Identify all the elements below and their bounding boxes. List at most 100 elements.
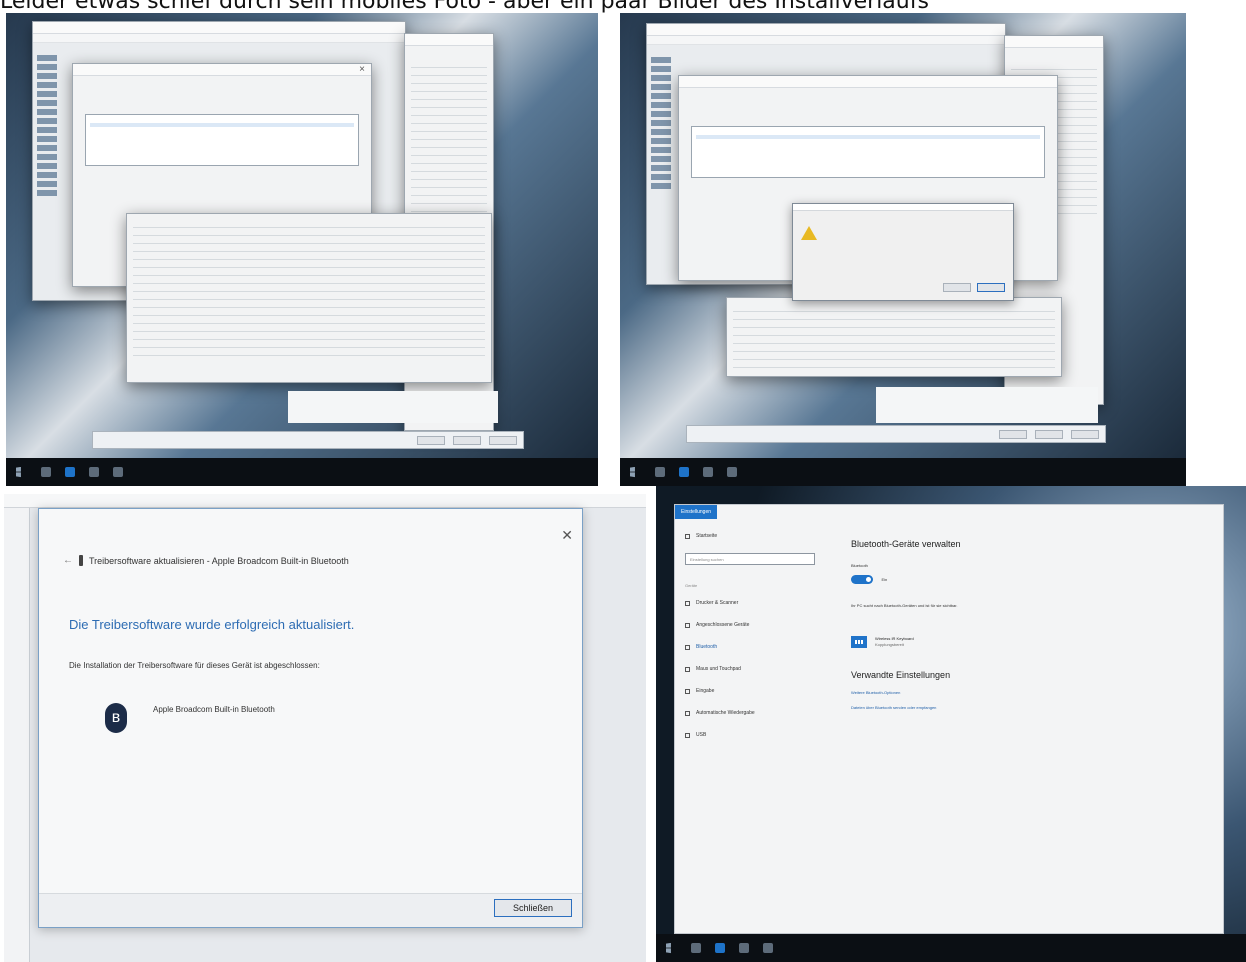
warning-icon bbox=[801, 226, 817, 240]
device-status: Kopplungsbereit bbox=[875, 642, 904, 647]
nav-item-label: Automatische Wiedergabe bbox=[696, 710, 755, 716]
download-show-button[interactable] bbox=[489, 435, 517, 445]
search-icon[interactable] bbox=[41, 467, 51, 477]
explorer-icon[interactable] bbox=[703, 467, 713, 477]
autoplay-icon bbox=[685, 710, 690, 716]
photo-bluetooth-settings: Einstellungen Startseite Einstellung suc… bbox=[656, 486, 1246, 962]
store-icon[interactable] bbox=[113, 467, 123, 477]
warning-title bbox=[793, 204, 1013, 211]
dialog-header: ← Treibersoftware aktualisieren - Apple … bbox=[63, 555, 349, 566]
driver-model-selected[interactable] bbox=[90, 123, 354, 127]
edge-icon[interactable] bbox=[65, 467, 75, 477]
edge-icon[interactable] bbox=[679, 467, 689, 477]
driver-select-text bbox=[679, 110, 1057, 114]
edge-icon[interactable] bbox=[715, 943, 725, 953]
start-icon[interactable] bbox=[630, 466, 635, 478]
start-icon[interactable] bbox=[666, 942, 671, 954]
photo-driver-selection: × bbox=[6, 13, 598, 486]
nav-section-label: Geräte bbox=[685, 583, 698, 588]
send-receive-files-link[interactable]: Dateien über Bluetooth senden oder empfa… bbox=[851, 705, 1203, 710]
devices-icon bbox=[685, 622, 690, 628]
photo-driver-success: ✕ ← Treibersoftware aktualisieren - Appl… bbox=[4, 494, 646, 962]
driver-model-list[interactable] bbox=[85, 114, 359, 166]
settings-content: Bluetooth-Geräte verwalten Bluetooth Ein… bbox=[851, 539, 1203, 720]
start-icon[interactable] bbox=[16, 466, 21, 478]
screenshot-collage: Leider etwas schief durch sein mobiles F… bbox=[0, 0, 1246, 962]
keyboard-icon bbox=[851, 636, 867, 648]
device-manager-menu bbox=[33, 34, 405, 43]
nav-item-label: Eingabe bbox=[696, 688, 715, 694]
nav-item-autoplay[interactable]: Automatische Wiedergabe bbox=[685, 708, 815, 718]
nav-item-bluetooth[interactable]: Bluetooth bbox=[685, 642, 815, 652]
download-folder-button[interactable] bbox=[1035, 429, 1063, 439]
driver-success-dialog: ✕ ← Treibersoftware aktualisieren - Appl… bbox=[38, 508, 583, 928]
search-icon[interactable] bbox=[655, 467, 665, 477]
nav-item-usb[interactable]: USB bbox=[685, 730, 815, 740]
store-icon[interactable] bbox=[763, 943, 773, 953]
settings-nav: Startseite Einstellung suchen Geräte Dru… bbox=[675, 519, 825, 933]
nav-item-connected-devices[interactable]: Angeschlossene Geräte bbox=[685, 620, 815, 630]
nav-item-label: USB bbox=[696, 732, 707, 738]
store-icon[interactable] bbox=[727, 467, 737, 477]
discovery-info: Ihr PC sucht nach Bluetooth-Geräten und … bbox=[851, 603, 958, 608]
device-item-keyboard[interactable]: Wireless IR Keyboard Kopplungsbereit bbox=[851, 636, 1203, 648]
device-tree bbox=[37, 52, 63, 294]
back-arrow-icon[interactable]: ← bbox=[63, 555, 73, 566]
dialog-title: Treibersoftware aktualisieren - Apple Br… bbox=[89, 555, 349, 566]
device-list-window bbox=[126, 213, 492, 383]
nav-item-label: Bluetooth bbox=[696, 644, 718, 650]
close-icon[interactable]: × bbox=[359, 64, 365, 76]
driver-select-link[interactable] bbox=[73, 172, 371, 180]
browser-titlebar bbox=[1005, 36, 1103, 48]
forum-post-snippet bbox=[876, 387, 1098, 423]
driver-select-titlebar: × bbox=[73, 64, 371, 76]
download-show-button[interactable] bbox=[1071, 429, 1099, 439]
close-icon[interactable]: ✕ bbox=[561, 527, 573, 544]
related-settings-heading: Verwandte Einstellungen bbox=[851, 670, 951, 680]
driver-select-heading bbox=[679, 94, 1057, 110]
device-list-rows bbox=[133, 220, 485, 359]
bluetooth-toggle[interactable] bbox=[851, 575, 873, 585]
page-title: Bluetooth-Geräte verwalten bbox=[851, 539, 961, 549]
device-list-rows bbox=[733, 304, 1055, 371]
driver-select-heading bbox=[73, 82, 371, 98]
yes-button[interactable] bbox=[943, 283, 971, 292]
device-manager-titlebar bbox=[647, 24, 1005, 36]
search-icon[interactable] bbox=[691, 943, 701, 953]
mouse-icon bbox=[685, 666, 690, 672]
explorer-icon[interactable] bbox=[739, 943, 749, 953]
settings-search-input[interactable]: Einstellung suchen bbox=[685, 553, 815, 565]
download-open-button[interactable] bbox=[999, 429, 1027, 439]
photo-driver-warning bbox=[620, 13, 1186, 486]
no-button[interactable] bbox=[977, 283, 1005, 292]
device-list-window bbox=[726, 297, 1062, 377]
forum-post-snippet bbox=[288, 391, 498, 423]
bluetooth-toggle-label: Bluetooth bbox=[851, 563, 868, 568]
nav-item-printers[interactable]: Drucker & Scanner bbox=[685, 598, 815, 608]
forum-caption: Leider etwas schief durch sein mobiles F… bbox=[0, 0, 929, 13]
browser-titlebar bbox=[405, 34, 493, 46]
success-message: Die Treibersoftware wurde erfolgreich ak… bbox=[69, 617, 355, 632]
taskbar bbox=[6, 458, 598, 486]
nav-home[interactable]: Startseite bbox=[685, 531, 815, 541]
bluetooth-toggle-state: Ein bbox=[881, 577, 888, 583]
explorer-icon[interactable] bbox=[89, 467, 99, 477]
device-item-text: Wireless IR Keyboard Kopplungsbereit bbox=[875, 636, 914, 648]
close-button[interactable]: Schließen bbox=[494, 899, 572, 917]
driver-model-selected[interactable] bbox=[696, 135, 1040, 139]
device-icon bbox=[79, 555, 83, 566]
nav-item-typing[interactable]: Eingabe bbox=[685, 686, 815, 696]
device-name: Apple Broadcom Built-in Bluetooth bbox=[153, 705, 275, 714]
driver-warning-dialog bbox=[792, 203, 1014, 301]
device-tree bbox=[4, 508, 30, 962]
taskbar bbox=[656, 934, 1246, 962]
download-open-button[interactable] bbox=[417, 435, 445, 445]
nav-item-mouse[interactable]: Maus und Touchpad bbox=[685, 664, 815, 674]
more-bluetooth-options-link[interactable]: Weitere Bluetooth-Optionen bbox=[851, 690, 1203, 695]
completion-text: Die Installation der Treibersoftware für… bbox=[69, 661, 320, 670]
dialog-footer: Schließen bbox=[39, 893, 582, 927]
driver-model-list[interactable] bbox=[691, 126, 1045, 178]
nav-item-label: Angeschlossene Geräte bbox=[696, 622, 750, 628]
download-folder-button[interactable] bbox=[453, 435, 481, 445]
download-bar bbox=[92, 431, 524, 449]
